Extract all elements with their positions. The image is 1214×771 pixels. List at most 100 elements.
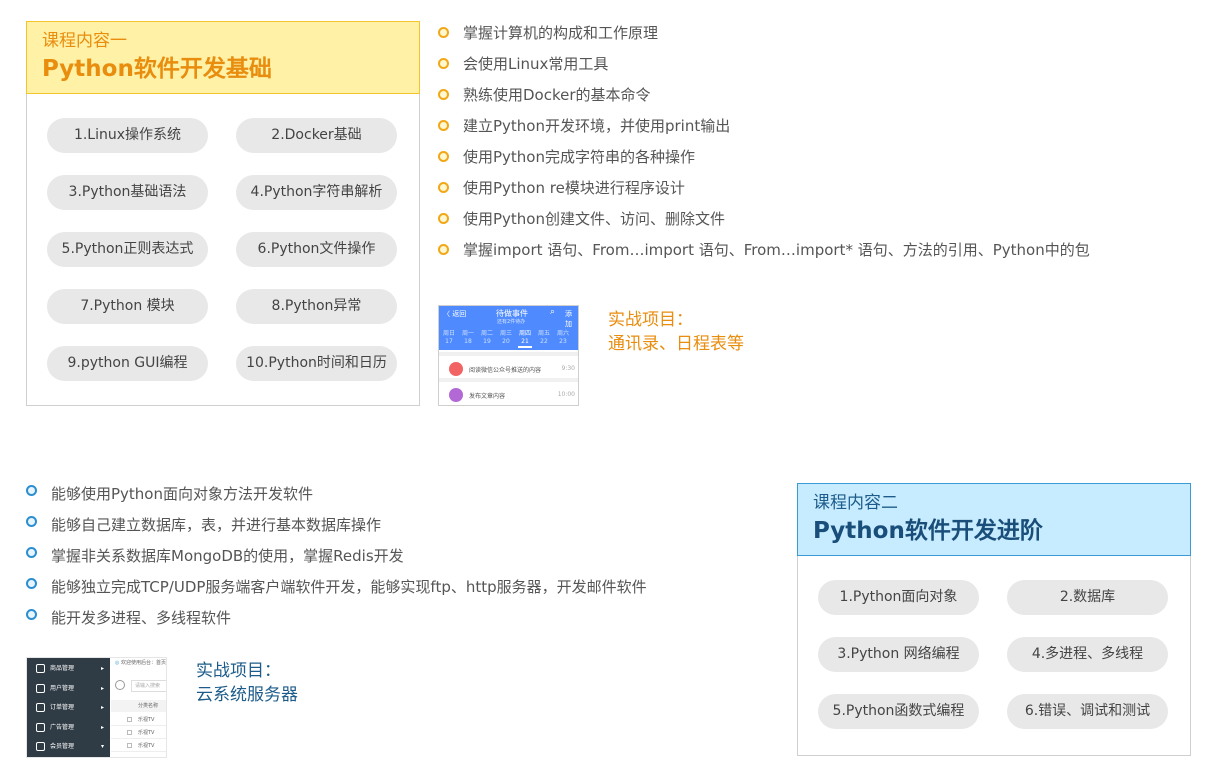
calendar-date: 21 (521, 338, 529, 345)
course-subtitle: 课程内容二 (813, 493, 898, 513)
chevron-right-icon: ▾ (100, 743, 104, 750)
bullet-icon (26, 516, 37, 527)
todo-text: 发布文章内容 (469, 393, 506, 400)
checkbox-icon (127, 730, 132, 735)
module-pill-grid: 1.Linux操作系统 2.Docker基础 3.Python基础语法 4.Pytho… (27, 118, 419, 398)
objective-text: 掌握计算机的构成和工作原理 (463, 24, 659, 42)
project-name: 通讯录、日程表等 (608, 334, 744, 354)
objective-item: 掌握非关系数据库MongoDB的使用，掌握Redis开发 (26, 546, 647, 577)
objective-text: 使用Python创建文件、访问、删除文件 (463, 210, 725, 228)
objective-text: 能够使用Python面向对象方法开发软件 (51, 485, 313, 503)
bullet-icon (26, 547, 37, 558)
module-pill: 4.多进程、多线程 (1007, 637, 1168, 672)
menu-icon (36, 722, 45, 732)
admin-menu-item: 广告管理 ▸ (27, 718, 110, 737)
objective-item: 熟练使用Docker的基本命令 (438, 85, 1090, 116)
menu-icon (36, 664, 45, 673)
calendar-date: 19 (483, 338, 491, 345)
bullet-icon (26, 609, 37, 620)
objective-item: 使用Python re模块进行程序设计 (438, 178, 1090, 209)
objective-item: 能够使用Python面向对象方法开发软件 (26, 484, 647, 515)
module-pill: 1.Python面向对象 (818, 580, 979, 615)
calendar-day: 周六 23 (556, 330, 570, 346)
calendar-weekday: 周六 (556, 330, 569, 337)
menu-label: 商品管理 (50, 665, 75, 672)
calendar-day: 周五 22 (537, 330, 551, 346)
module-pill: 3.Python基础语法 (47, 175, 208, 210)
admin-topbar-text: 欢迎使用后台：首页 (120, 660, 166, 666)
module-pill: 6.Python文件操作 (236, 232, 397, 267)
course-card-header: 课程内容一 Python软件开发基础 (26, 21, 420, 94)
project-thumbnail-admin-panel: 商品管理 ▸ 用户管理 ▸ 订单管理 ▸ 广告管理 ▸ 会员管理 ▾ ◎ 欢迎使用后台：首页 请输… (26, 657, 167, 758)
objective-item: 使用Python完成字符串的各种操作 (438, 147, 1090, 178)
message-icon (449, 362, 463, 376)
todo-time: 9:30 (561, 365, 575, 372)
module-pill: 6.错误、调试和测试 (1007, 694, 1168, 729)
todo-item: 发布文章内容 10:00 (439, 378, 578, 404)
table-cell: 乐视TV (138, 743, 155, 749)
admin-menu-item: 订单管理 ▸ (27, 698, 110, 717)
objective-item: 使用Python创建文件、访问、删除文件 (438, 209, 1090, 240)
project-caption: 实战项目： 云系统服务器 (196, 659, 298, 707)
course-card-basic: 课程内容一 Python软件开发基础 1.Linux操作系统 2.Docker基础… (26, 21, 420, 406)
module-pill: 2.Docker基础 (236, 118, 397, 153)
learning-objectives-list: 掌握计算机的构成和工作原理会使用Linux常用工具 熟练使用Docker的基本命令… (438, 23, 1090, 271)
admin-main: ◎ 欢迎使用后台：首页 请输入搜索 分类名称 乐视TV 乐视TV 乐视TV (111, 658, 166, 757)
todo-text: 阅读微信公众号推送的内容 (469, 367, 542, 374)
objective-item: 能够自己建立数据库，表，并进行基本数据库操作 (26, 515, 647, 546)
objective-text: 使用Python完成字符串的各种操作 (463, 148, 695, 166)
menu-label: 用户管理 (50, 684, 75, 692)
bullet-icon (438, 27, 449, 38)
menu-icon (36, 742, 45, 751)
project-label: 实战项目： (196, 661, 281, 681)
chevron-right-icon: ▸ (100, 684, 104, 692)
objective-item: 掌握计算机的构成和工作原理 (438, 23, 1090, 54)
admin-topbar: ◎ 欢迎使用后台：首页 (115, 659, 166, 668)
bullet-icon (26, 578, 37, 589)
objective-text: 建立Python开发环境，并使用print输出 (463, 117, 731, 135)
admin-sidebar: 商品管理 ▸ 用户管理 ▸ 订单管理 ▸ 广告管理 ▸ 会员管理 ▾ (27, 658, 110, 757)
calendar-weekday: 周一 (461, 330, 474, 337)
project-caption: 实战项目： 通讯录、日程表等 (608, 308, 744, 356)
project-name: 云系统服务器 (196, 685, 298, 705)
calendar-day: 周一 18 (461, 330, 475, 346)
module-pill: 4.Python字符串解析 (236, 175, 397, 210)
search-icon (115, 680, 125, 690)
module-pill: 5.Python正则表达式 (47, 232, 208, 267)
project-thumbnail-schedule-app: 〈 返回 待做事件 还有2件待办 ⌕ 添加 周日 17 周一 18 周二 19 周三 20 周四… (438, 305, 579, 406)
objective-item: 掌握import 语句、From…import 语句、From…import* … (438, 240, 1090, 271)
table-cell: 乐视TV (138, 717, 155, 723)
learning-objectives-list: 能够使用Python面向对象方法开发软件能够自己建立数据库，表，并进行基本数据库… (26, 484, 647, 639)
menu-icon (36, 703, 45, 712)
pencil-icon (449, 388, 463, 402)
objective-item: 会使用Linux常用工具 (438, 54, 1090, 85)
project-label: 实战项目： (608, 310, 693, 330)
calendar-weekday: 周五 (537, 330, 550, 337)
course-card-advanced: 课程内容二 Python软件开发进阶 1.Python面向对象 2.数据库 3.Py… (797, 483, 1191, 756)
calendar-day: 周二 19 (480, 330, 494, 346)
admin-menu-item: 商品管理 ▸ (27, 659, 110, 678)
home-icon: ◎ (115, 660, 120, 666)
add-link: 添加 (565, 310, 572, 328)
objective-text: 掌握非关系数据库MongoDB的使用，掌握Redis开发 (51, 547, 404, 565)
calendar-weekday: 周日 (442, 330, 455, 337)
table-row: 乐视TV (111, 727, 166, 739)
back-link: 〈 返回 (443, 310, 467, 318)
objective-item: 能够独立完成TCP/UDP服务端客户端软件开发，能够实现ftp、http服务器，… (26, 577, 647, 608)
admin-menu-item: 会员管理 ▾ (27, 737, 110, 756)
search-icon: ⌕ (550, 307, 556, 317)
app-subheading: 还有2件待办 (497, 319, 526, 325)
calendar-weekday: 周三 (499, 330, 512, 337)
chevron-right-icon: ▸ (100, 704, 104, 711)
app-header-bar: 〈 返回 待做事件 还有2件待办 ⌕ 添加 周日 17 周一 18 周二 19 周三 20 周四… (439, 306, 578, 350)
table-header: 分类名称 (111, 700, 166, 712)
module-pill: 5.Python函数式编程 (818, 694, 979, 729)
calendar-weekday: 周四 (518, 330, 531, 337)
calendar-day: 周日 17 (442, 330, 456, 346)
module-pill: 2.数据库 (1007, 580, 1168, 615)
module-pill-grid: 1.Python面向对象 2.数据库 3.Python 网络编程 4.多进程、多线程 5… (798, 580, 1190, 750)
bullet-icon (438, 244, 449, 255)
module-pill: 3.Python 网络编程 (818, 637, 979, 672)
module-pill: 9.python GUI编程 (47, 346, 208, 381)
bullet-icon (438, 120, 449, 131)
